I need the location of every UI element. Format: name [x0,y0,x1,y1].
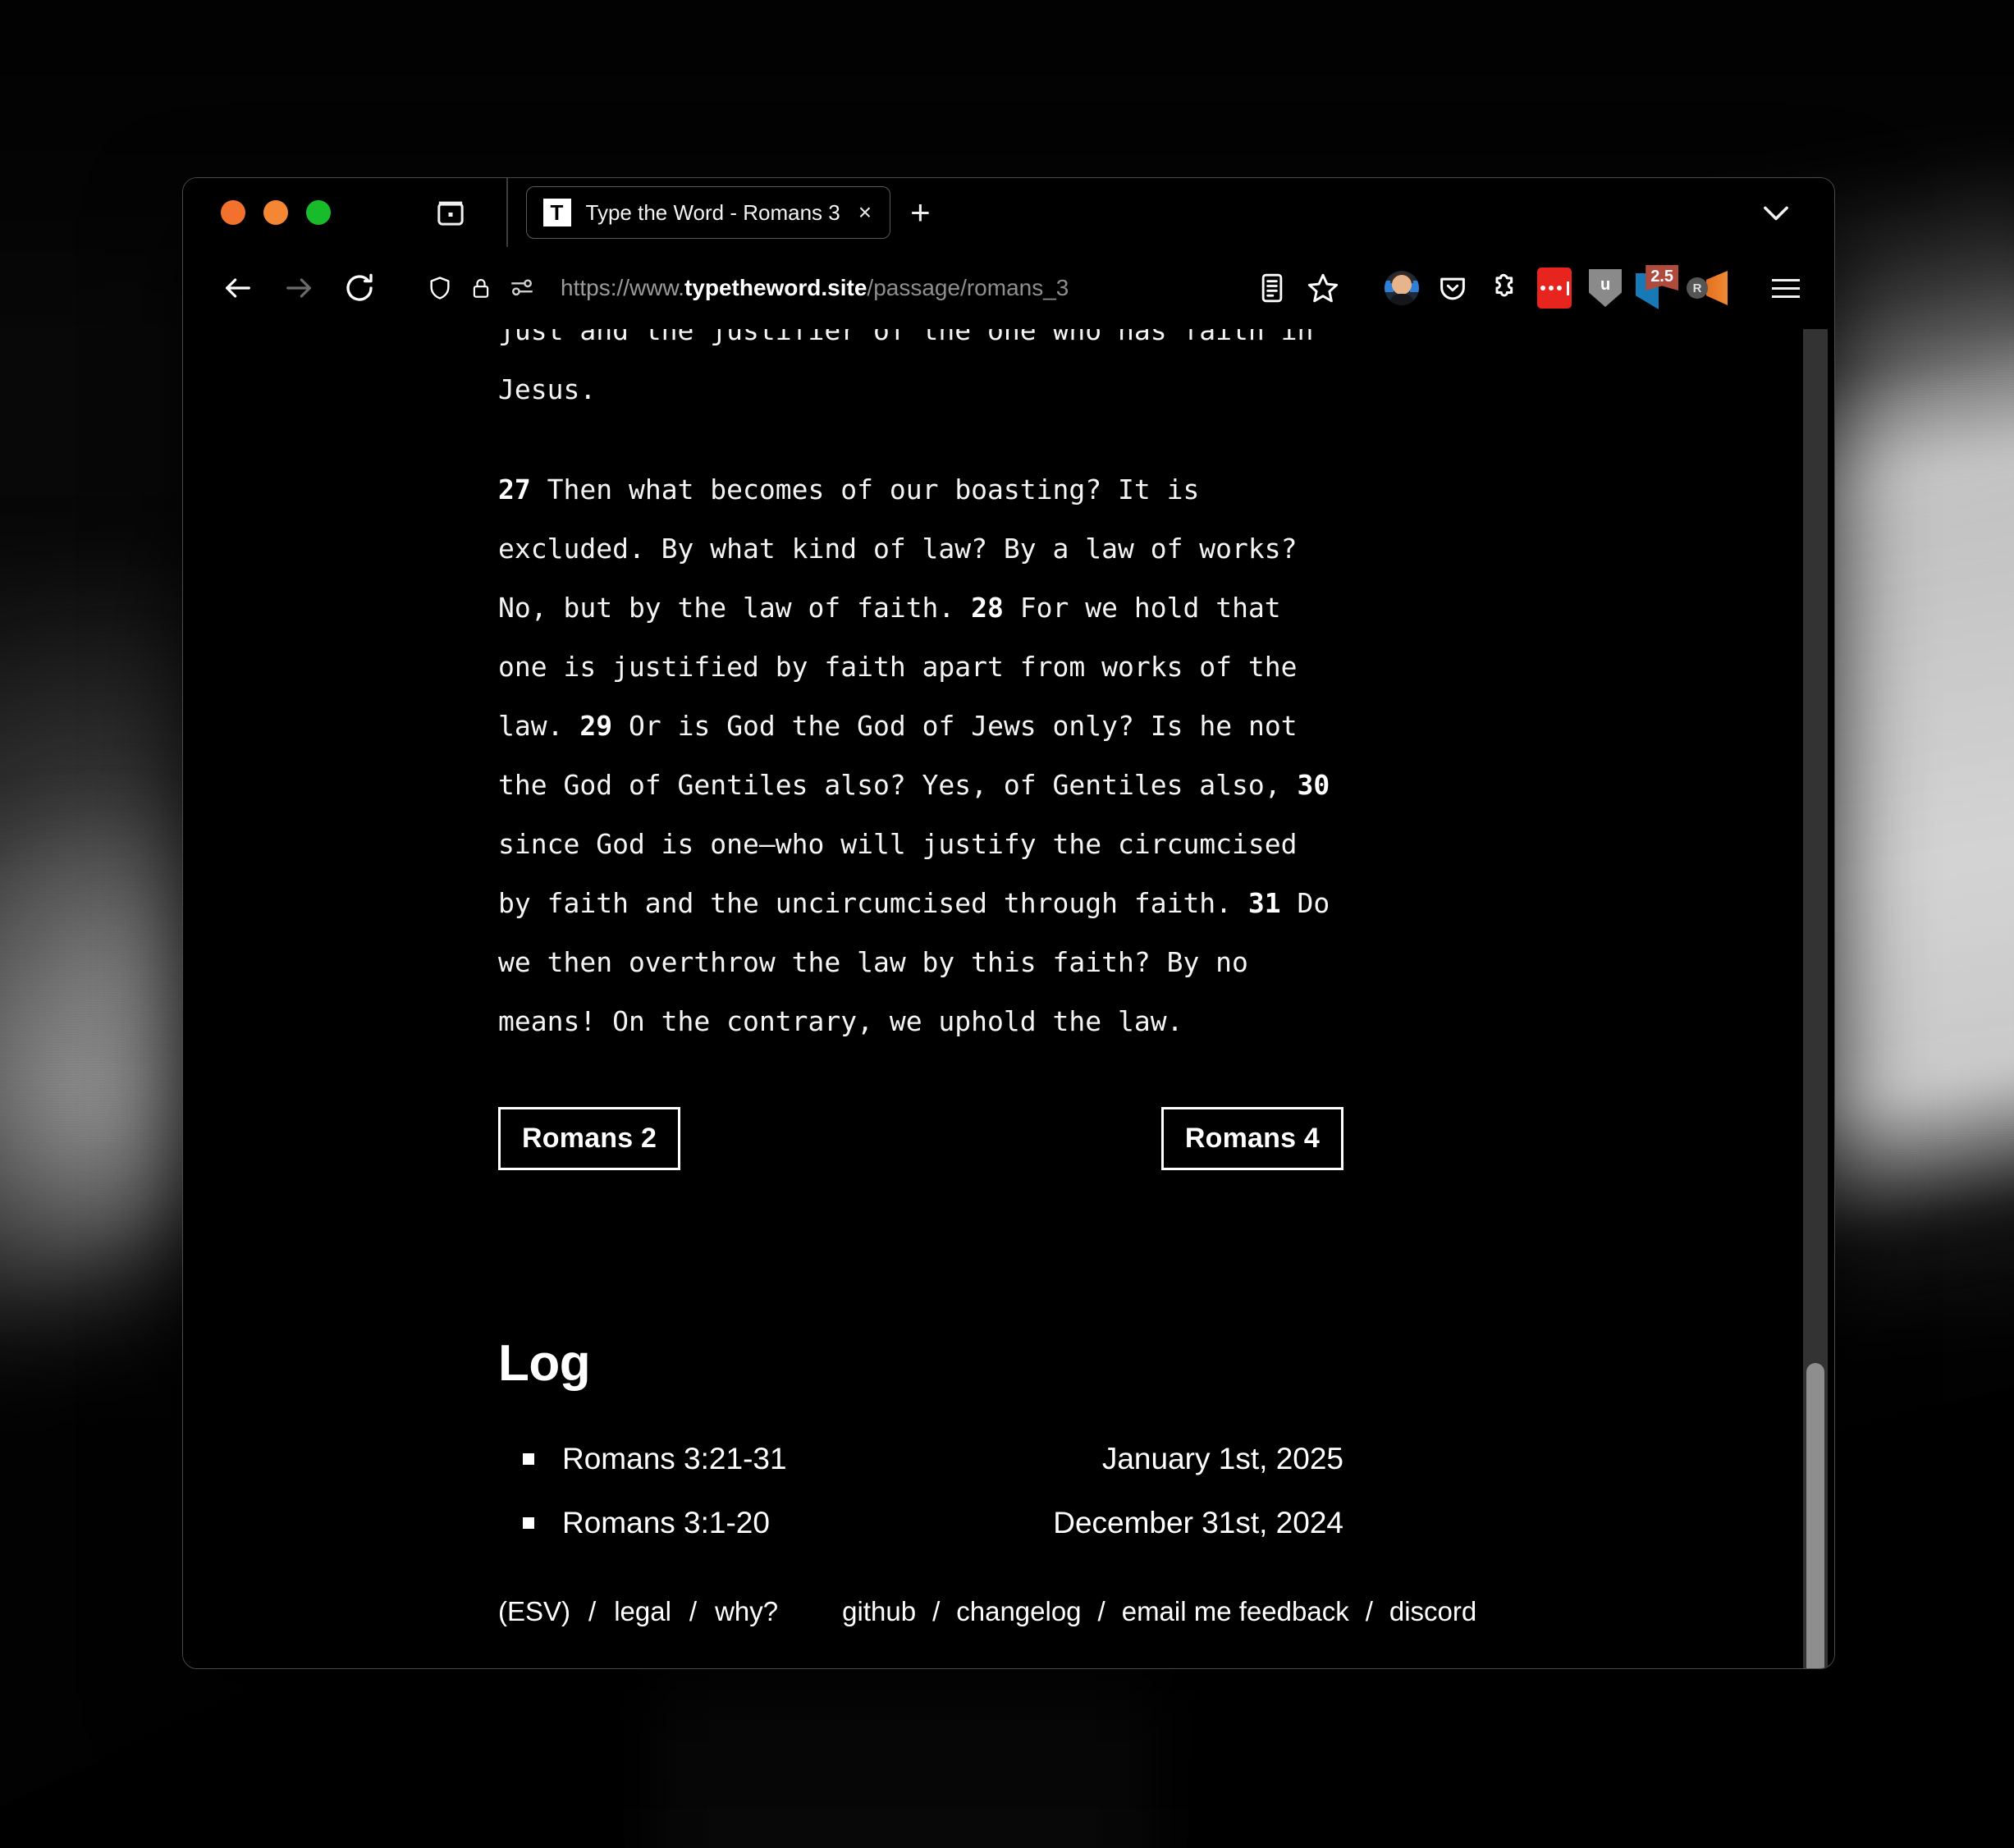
reader-view-icon [1258,272,1286,304]
page-footer: (ESV) / legal / why? github / changelog … [498,1596,1588,1627]
flag-extension-button[interactable]: 2.5 [1631,263,1682,313]
footer-link-why[interactable]: why? [715,1596,778,1627]
footer-link-legal[interactable]: legal [614,1596,671,1627]
reload-icon [342,271,377,305]
permissions-icon[interactable] [501,276,542,300]
forward-button[interactable] [268,272,329,304]
log-heading: Log [498,1335,591,1392]
chapter-navigation: Romans 2 Romans 4 [498,1107,1343,1170]
tab-strip: T Type the Word - Romans 3 × + [183,178,1834,247]
megaphone-extension-icon: R [1687,269,1728,307]
next-chapter-button[interactable]: Romans 4 [1160,1107,1343,1170]
url-path: /passage/romans_3 [867,275,1069,300]
url-scheme: https://www. [561,275,684,300]
megaphone-extension-badge: R [1687,277,1708,299]
close-tab-icon[interactable]: × [855,201,875,224]
window-controls [221,200,331,225]
verse-number-31: 31 [1247,887,1281,919]
reader-view-button[interactable] [1247,263,1298,313]
tab-title: Type the Word - Romans 3 [585,199,840,225]
flag-extension-badge: 2.5 [1646,265,1678,290]
clipped-line-1: just and the justifier of the one who ha… [498,329,1314,346]
url-text: https://www.typetheword.site/passage/rom… [561,275,1069,301]
log-entry-reference[interactable]: Romans 3:1-20 [562,1506,770,1540]
verse-text-30: since God is one—who will justify the ci… [498,828,1298,919]
bullet-icon [523,1517,534,1529]
footer-link-esv[interactable]: (ESV) [498,1596,570,1627]
extensions-button[interactable] [1478,263,1529,313]
footer-left-links: (ESV) / legal / why? [498,1596,778,1627]
list-item[interactable]: Romans 3:1-20 December 31st, 2024 [498,1506,1343,1540]
tabstrip-divider [506,178,508,247]
sidebar-icon [434,195,467,230]
ublock-origin-icon: n [1589,269,1622,307]
bookmark-button[interactable] [1298,263,1348,313]
puzzle-extensions-icon [1487,272,1520,304]
footer-link-email-feedback[interactable]: email me feedback [1122,1596,1349,1627]
bullet-icon [523,1453,534,1465]
footer-separator: / [1365,1596,1373,1626]
red-dots-extension-button[interactable] [1529,263,1580,313]
footer-separator: / [932,1596,941,1626]
forward-arrow-icon [281,272,317,304]
footer-separator: / [1097,1596,1105,1626]
red-dots-extension-icon [1537,268,1572,309]
app-menu-button[interactable] [1760,263,1811,313]
megaphone-extension-button[interactable]: R [1682,263,1732,313]
list-all-tabs-button[interactable] [1757,200,1795,225]
ublock-origin-button[interactable]: n [1580,263,1631,313]
log-entry-date: December 31st, 2024 [1053,1506,1343,1539]
list-item[interactable]: Romans 3:21-31 January 1st, 2025 [498,1442,1343,1476]
star-bookmark-icon [1306,271,1340,305]
maximize-window-button[interactable] [306,200,331,225]
log-entry-reference[interactable]: Romans 3:21-31 [562,1442,787,1476]
sidebar-toggle-button[interactable] [413,195,488,230]
browser-window: T Type the Word - Romans 3 × + https://w… [182,177,1835,1669]
verse-number-27: 27 [498,473,531,505]
url-host: typetheword.site [684,275,867,300]
verse-text-29: Or is God the God of Jews only? Is he no… [498,710,1298,801]
navigation-toolbar: https://www.typetheword.site/passage/rom… [183,247,1834,329]
verse-number-28: 28 [971,592,1004,624]
shield-icon[interactable] [419,272,460,304]
log-entry-date: January 1st, 2025 [1101,1442,1343,1475]
footer-link-github[interactable]: github [842,1596,916,1627]
avatar-extension-button[interactable] [1376,263,1427,313]
page-content: just and the justifier of the one who ha… [183,329,1834,1668]
footer-right-links: github / changelog / email me feedback /… [842,1596,1476,1627]
minimize-window-button[interactable] [263,200,288,225]
footer-link-discord[interactable]: discord [1389,1596,1476,1627]
footer-link-changelog[interactable]: changelog [956,1596,1081,1627]
clipped-line-2: Jesus. [498,373,597,405]
verse-number-29: 29 [579,710,613,742]
new-tab-button[interactable]: + [910,195,931,230]
tab-favicon-icon: T [542,199,571,226]
pocket-extension-button[interactable] [1427,263,1478,313]
clipped-passage-paragraph: just and the justifier of the one who ha… [498,329,1343,419]
page-scrollbar[interactable] [1803,329,1828,1668]
hamburger-menu-icon [1772,278,1800,298]
log-list: Romans 3:21-31 January 1st, 2025 Romans … [498,1442,1343,1540]
footer-separator: / [588,1596,597,1626]
lock-icon[interactable] [460,272,501,304]
desktop-background: T Type the Word - Romans 3 × + https://w… [0,0,2014,1848]
back-arrow-icon [220,272,256,304]
passage-paragraph: 27 Then what becomes of our boasting? It… [498,460,1343,1051]
close-window-button[interactable] [221,200,245,225]
back-button[interactable] [208,272,268,304]
reload-button[interactable] [329,271,390,305]
previous-chapter-button[interactable]: Romans 2 [498,1107,681,1170]
browser-tab[interactable]: T Type the Word - Romans 3 × [525,186,891,239]
footer-separator: / [689,1596,698,1626]
scrollbar-thumb[interactable] [1806,1363,1824,1668]
verse-number-30: 30 [1297,769,1330,801]
avatar-extension-icon [1385,271,1419,305]
flag-extension-icon: 2.5 [1636,265,1678,309]
chevron-down-icon [1757,200,1795,225]
address-bar[interactable]: https://www.typetheword.site/passage/rom… [390,260,1247,316]
pocket-extension-icon [1436,272,1469,304]
toolbar-icons: n 2.5 R [1247,263,1811,313]
